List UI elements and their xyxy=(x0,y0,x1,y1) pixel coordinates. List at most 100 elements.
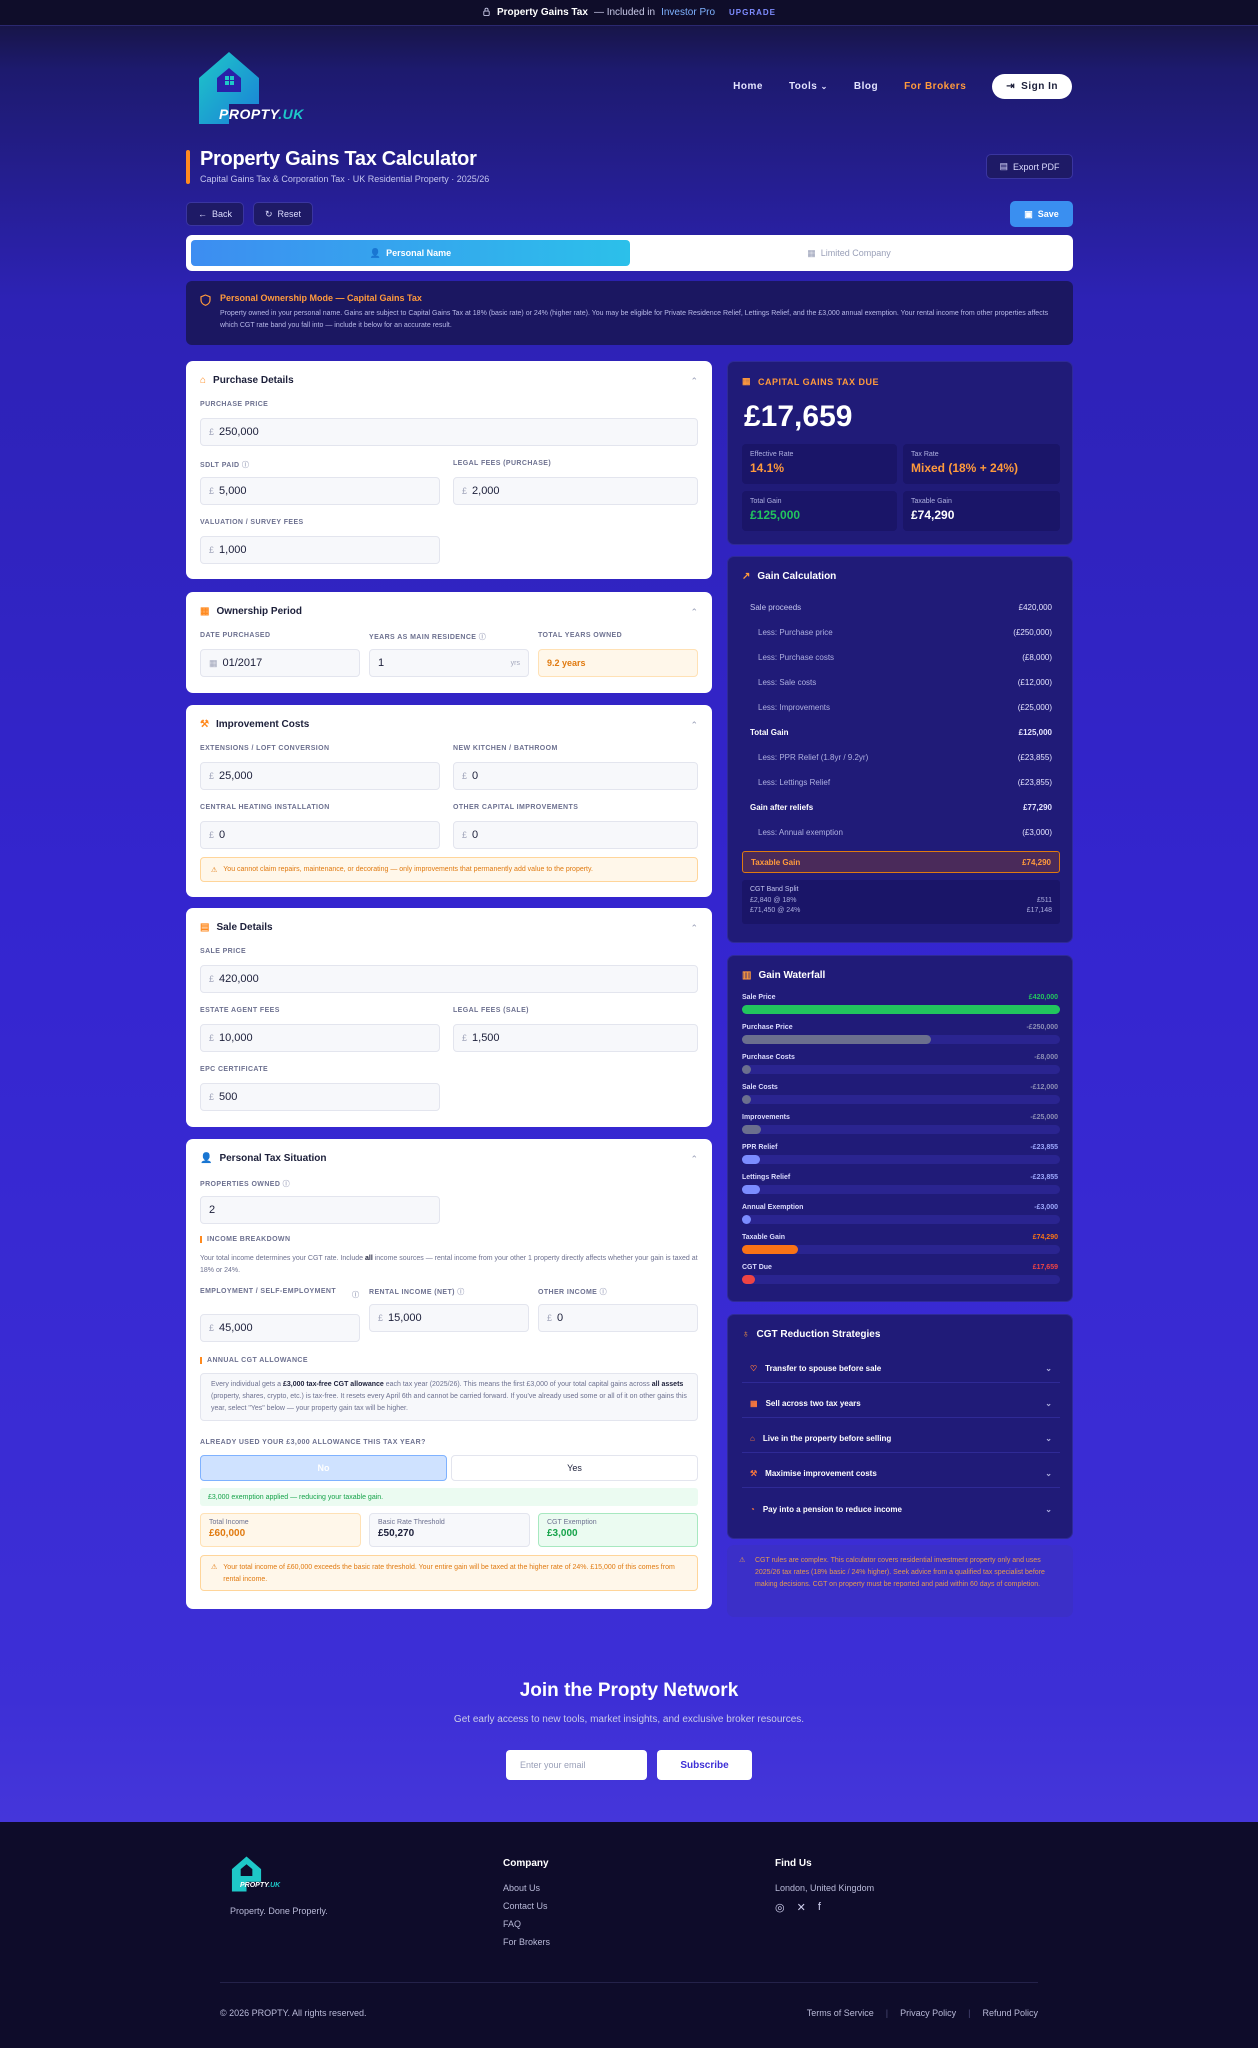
reset-button[interactable]: ↻ Reset xyxy=(253,202,313,226)
other-improvements-input[interactable]: £0 xyxy=(453,821,698,849)
personal-tax-card: 👤 Personal Tax Situation ⌃ PROPERTIES OWN… xyxy=(186,1139,712,1609)
gain-calc-row: Less: Purchase price (£250,000) xyxy=(758,628,1052,637)
card-header[interactable]: ▤ Sale Details xyxy=(200,922,273,933)
privacy-link[interactable]: Privacy Policy xyxy=(900,2008,956,2018)
card-header[interactable]: ⌂ Purchase Details xyxy=(200,375,294,386)
footer-link[interactable]: About Us xyxy=(503,1883,550,1893)
purchase-price-label: PURCHASE PRICE xyxy=(200,401,269,408)
waterfall-track xyxy=(742,1125,1060,1134)
strategy-item[interactable]: ▦ Sell across two tax years ⌄ xyxy=(742,1390,1060,1418)
info-icon[interactable]: ⓘ xyxy=(283,1181,290,1188)
warning-icon: ⚠ xyxy=(211,866,218,874)
card-header[interactable]: 👤 Personal Tax Situation xyxy=(200,1153,327,1164)
save-button[interactable]: ▣ Save xyxy=(1010,201,1073,227)
extensions-input[interactable]: £25,000 xyxy=(200,762,440,790)
legal-purchase-input[interactable]: £2,000 xyxy=(453,477,698,505)
nav-brokers[interactable]: For Brokers xyxy=(904,81,966,92)
kitchen-label: NEW KITCHEN / BATHROOM xyxy=(453,745,558,752)
info-icon[interactable]: ⓘ xyxy=(352,1291,359,1301)
calendar-icon: ▦ xyxy=(209,657,218,668)
info-icon[interactable]: ⓘ xyxy=(479,634,486,641)
refund-link[interactable]: Refund Policy xyxy=(982,2008,1038,2018)
newsletter-text: Get early access to new tools, market in… xyxy=(453,1714,805,1725)
tax-rate-box: Tax Rate Mixed (18% + 24%) xyxy=(903,444,1060,484)
info-icon[interactable]: ⓘ xyxy=(457,1289,464,1296)
nav-blog[interactable]: Blog xyxy=(854,81,878,92)
export-pdf-button[interactable]: ▤ Export PDF xyxy=(986,154,1073,179)
employment-input[interactable]: £45,000 xyxy=(200,1314,360,1342)
legal-sale-label: LEGAL FEES (SALE) xyxy=(453,1007,529,1014)
gain-waterfall-card: ▥ Gain Waterfall Sale Price £420,000 Purcha… xyxy=(727,955,1073,1302)
allowance-no-button[interactable]: No xyxy=(200,1455,447,1481)
sdlt-input[interactable]: £5,000 xyxy=(200,477,440,505)
info-icon[interactable]: ⓘ xyxy=(600,1289,607,1296)
instagram-icon[interactable]: ◎ xyxy=(775,1901,785,1914)
chevron-up-icon[interactable]: ⌃ xyxy=(690,923,698,934)
footer-link[interactable]: Contact Us xyxy=(503,1901,550,1911)
heart-icon: ♡ xyxy=(750,1364,758,1373)
other-income-input[interactable]: £0 xyxy=(538,1304,698,1332)
valuation-label: VALUATION / SURVEY FEES xyxy=(200,519,304,526)
terms-link[interactable]: Terms of Service xyxy=(807,2008,874,2018)
footer-link[interactable]: FAQ xyxy=(503,1919,550,1929)
waterfall-bar xyxy=(742,1065,751,1074)
facebook-icon[interactable]: f xyxy=(818,1901,821,1914)
brand-logo[interactable]: PROPTY.UK xyxy=(195,48,325,128)
site-footer: PROPTY.UK Property. Done Properly. Compa… xyxy=(0,1822,1258,2048)
years-residence-input[interactable]: 1 yrs xyxy=(369,649,529,677)
properties-owned-input[interactable]: 2 xyxy=(200,1196,440,1224)
signin-button[interactable]: ⇥ Sign In xyxy=(992,74,1072,99)
valuation-input[interactable]: £1,000 xyxy=(200,536,440,564)
purchase-price-input[interactable]: £250,000 xyxy=(200,418,698,446)
waterfall-value: -£12,000 xyxy=(1030,1084,1058,1091)
legal-sale-input[interactable]: £1,500 xyxy=(453,1024,698,1052)
chevron-up-icon[interactable]: ⌃ xyxy=(690,1154,698,1165)
subscribe-button[interactable]: Subscribe xyxy=(657,1750,752,1780)
waterfall-bar xyxy=(742,1215,751,1224)
ownership-mode-toggle: 👤 Personal Name ▦ Limited Company xyxy=(186,235,1073,271)
footer-logo[interactable]: PROPTY.UK xyxy=(230,1854,280,1899)
card-header[interactable]: ⚒ Improvement Costs xyxy=(200,719,309,730)
tab-limited-company[interactable]: ▦ Limited Company xyxy=(630,240,1068,266)
allowance-yes-button[interactable]: Yes xyxy=(451,1455,698,1481)
tab-personal-name[interactable]: 👤 Personal Name xyxy=(191,240,630,266)
kitchen-input[interactable]: £0 xyxy=(453,762,698,790)
footer-link[interactable]: For Brokers xyxy=(503,1937,550,1947)
date-purchased-label: DATE PURCHASED xyxy=(200,632,271,639)
promo-included: — Included in xyxy=(593,7,656,18)
waterfall-label: Purchase Price xyxy=(742,1024,793,1031)
heating-input[interactable]: £0 xyxy=(200,821,440,849)
waterfall-track xyxy=(742,1095,1060,1104)
sale-price-input[interactable]: £420,000 xyxy=(200,965,698,993)
waterfall-bar xyxy=(742,1005,1060,1014)
total-gain-box: Total Gain £125,000 xyxy=(742,491,897,531)
rental-income-input[interactable]: £15,000 xyxy=(369,1304,529,1332)
chevron-up-icon[interactable]: ⌃ xyxy=(690,376,698,387)
card-header[interactable]: ▦ Ownership Period xyxy=(200,606,302,617)
copyright: © 2026 PROPTY. All rights reserved. xyxy=(220,2008,367,2018)
footer-tagline: Property. Done Properly. xyxy=(230,1906,328,1916)
upgrade-link[interactable]: UPGRADE xyxy=(729,8,776,17)
strategy-item[interactable]: ⌂ Live in the property before selling ⌄ xyxy=(742,1425,1060,1453)
strategy-item[interactable]: ⚒ Maximise improvement costs ⌄ xyxy=(742,1460,1060,1488)
waterfall-track xyxy=(742,1275,1060,1284)
notice-title: Personal Ownership Mode — Capital Gains … xyxy=(220,293,422,303)
chevron-up-icon[interactable]: ⌃ xyxy=(690,720,698,731)
nav-tools[interactable]: Tools ⌄ xyxy=(789,81,828,92)
gain-calc-row: Less: Annual exemption (£3,000) xyxy=(758,828,1052,837)
info-icon[interactable]: ⓘ xyxy=(242,462,249,469)
x-icon[interactable]: ✕ xyxy=(797,1901,806,1914)
waterfall-track xyxy=(742,1035,1060,1044)
agent-fees-input[interactable]: £10,000 xyxy=(200,1024,440,1052)
chevron-up-icon[interactable]: ⌃ xyxy=(690,607,698,618)
back-button[interactable]: ← Back xyxy=(186,202,244,226)
home-icon: ⌂ xyxy=(750,1434,755,1443)
nav-home[interactable]: Home xyxy=(733,81,763,92)
epc-input[interactable]: £500 xyxy=(200,1083,440,1111)
email-input[interactable]: Enter your email xyxy=(506,1750,647,1780)
save-icon: ▣ xyxy=(1024,208,1033,219)
strategy-item[interactable]: ♡ Transfer to spouse before sale ⌄ xyxy=(742,1355,1060,1383)
date-purchased-input[interactable]: ▦ 01/2017 xyxy=(200,649,360,677)
years-residence-label: YEARS AS MAIN RESIDENCE ⓘ xyxy=(369,634,487,641)
strategy-item[interactable]: ◔ Pay into a pension to reduce income ⌄ xyxy=(742,1495,1060,1523)
